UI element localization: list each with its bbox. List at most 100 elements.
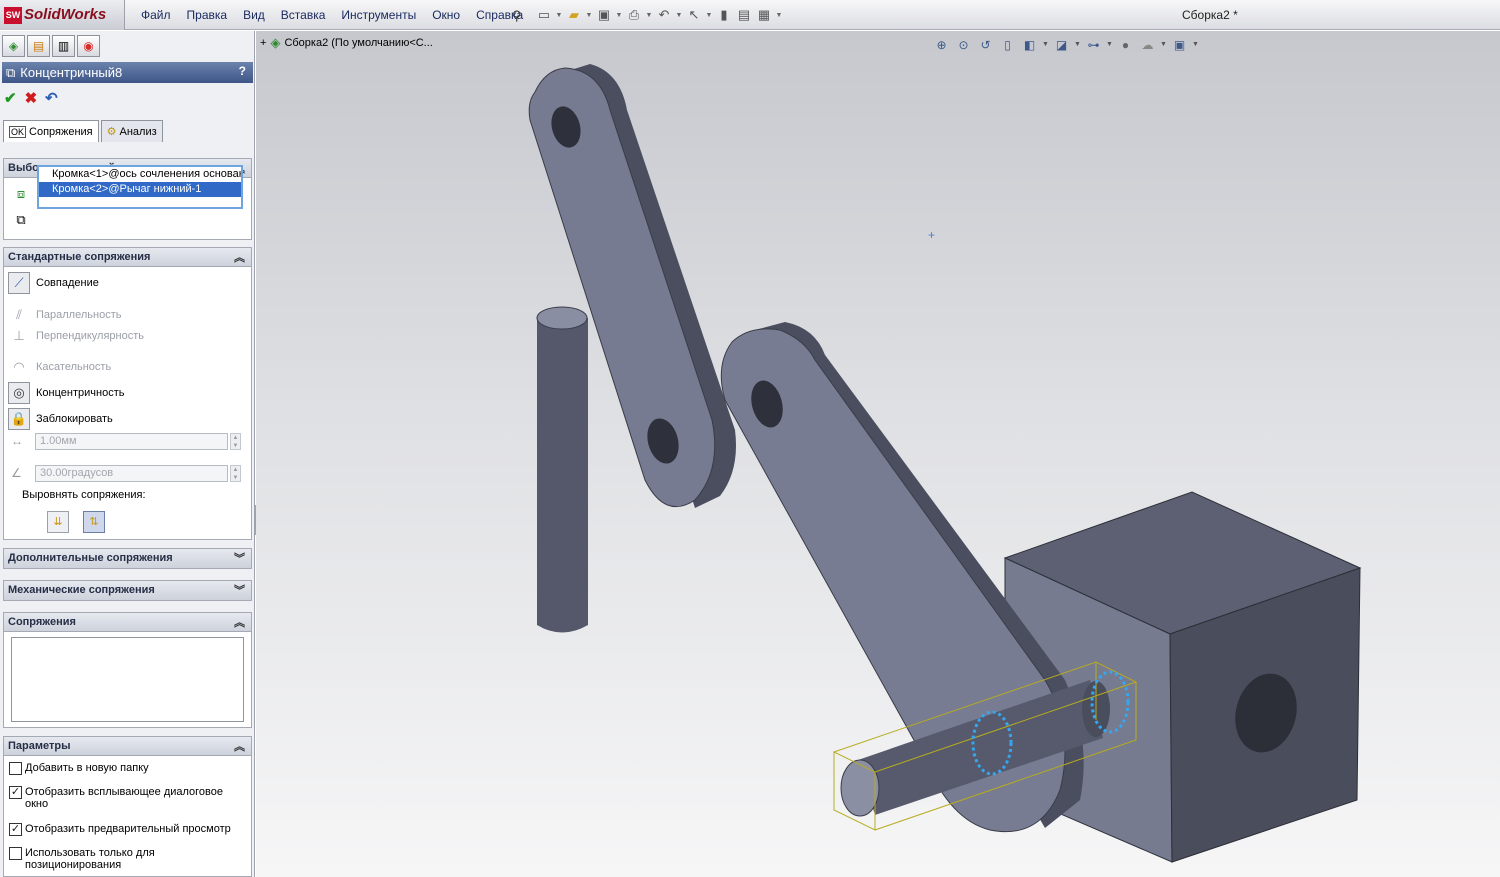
menu-view[interactable]: Вид xyxy=(235,8,273,22)
previous-view-icon[interactable]: ↺ xyxy=(976,35,995,54)
coincident-icon: ⟋ xyxy=(8,272,30,294)
anti-aligned-button[interactable]: ⇅ xyxy=(83,511,105,533)
undo-icon[interactable]: ↶ xyxy=(655,6,673,24)
print-dropdown-icon[interactable]: ▼ xyxy=(645,6,653,24)
mechanical-mates-header[interactable]: Механические сопряжения ︾ xyxy=(4,581,251,600)
ok-button[interactable]: ✔ xyxy=(4,89,17,107)
undo-dropdown-icon[interactable]: ▼ xyxy=(675,6,683,24)
zoom-to-area-icon[interactable]: ⊙ xyxy=(954,35,973,54)
graphics-area[interactable]: + ◈ Сборка2 (По умолчанию<С... ⊕ ⊙ ↺ ▯ ◧… xyxy=(256,31,1500,877)
angle-input[interactable]: 30.00градусов xyxy=(35,465,228,482)
save-dropdown-icon[interactable]: ▼ xyxy=(615,6,623,24)
positioning-only-checkbox[interactable] xyxy=(9,847,22,860)
show-popup-option[interactable]: ✓ Отобразить всплывающее диалоговое окно xyxy=(9,786,231,810)
show-preview-option[interactable]: ✓ Отобразить предварительный просмотр xyxy=(9,823,231,836)
menu-insert[interactable]: Вставка xyxy=(273,8,334,22)
new-document-icon[interactable]: ▭ xyxy=(535,6,553,24)
lock-mate[interactable]: 🔒 Заблокировать xyxy=(8,408,113,430)
menu-tools[interactable]: Инструменты xyxy=(333,8,424,22)
aligned-button[interactable]: ⇊ xyxy=(47,511,69,533)
feature-tree-root[interactable]: + ◈ Сборка2 (По умолчанию<С... xyxy=(260,35,433,51)
show-preview-checkbox[interactable]: ✓ xyxy=(9,823,22,836)
origin-crosshair-icon: + xyxy=(928,228,936,242)
menu-window[interactable]: Окно xyxy=(424,8,468,22)
feature-manager-tab-icon[interactable]: ◈ xyxy=(2,35,25,57)
undo-button[interactable]: ↶ xyxy=(45,89,58,107)
angle-spinner[interactable]: ▲ ▼ xyxy=(230,465,241,482)
cancel-button[interactable]: ✖ xyxy=(25,89,38,107)
tab-mates[interactable]: OK Сопряжения xyxy=(3,120,99,142)
advanced-mates-group: Дополнительные сопряжения ︾ xyxy=(3,548,252,569)
distance-spinner[interactable]: ▲ ▼ xyxy=(230,433,241,450)
menu-help[interactable]: Справка xyxy=(468,8,531,22)
expand-icon[interactable]: ︾ xyxy=(234,550,245,566)
assembly-name: Сборка2 (По умолчанию<С... xyxy=(284,37,433,49)
parallel-mate[interactable]: ⫽ Параллельность xyxy=(8,304,121,326)
collapse-icon[interactable]: ︽ xyxy=(234,614,245,630)
file-properties-icon[interactable]: ▤ xyxy=(735,6,753,24)
zoom-to-fit-icon[interactable]: ⊕ xyxy=(932,35,951,54)
base-pin[interactable] xyxy=(536,306,588,633)
section-view-icon[interactable]: ▯ xyxy=(998,35,1017,54)
assembly-3d-view[interactable] xyxy=(256,31,1500,877)
property-manager-tab-icon[interactable]: ▤ xyxy=(27,35,50,57)
tab-analysis[interactable]: ⚙ Анализ xyxy=(100,120,163,142)
perpendicular-mate[interactable]: ⊥ Перпендикулярность xyxy=(8,325,144,347)
positioning-only-option[interactable]: Использовать только для позиционирования xyxy=(9,847,199,871)
concentric-icon: ◎ xyxy=(8,382,30,404)
collapse-icon[interactable]: ︽ xyxy=(234,738,245,754)
collapse-icon[interactable]: ︽ xyxy=(234,249,245,265)
selection-item-selected[interactable]: Кромка<2>@Рычаг нижний-1 xyxy=(39,182,241,197)
concentric-mate[interactable]: ◎ Концентричность xyxy=(8,382,124,404)
rebuild-icon[interactable]: ▮ xyxy=(715,6,733,24)
show-popup-checkbox[interactable]: ✓ xyxy=(9,786,22,799)
view-settings-dropdown-icon[interactable]: ▼ xyxy=(1192,35,1199,54)
hide-show-items-icon[interactable]: ⊶ xyxy=(1084,35,1103,54)
add-to-folder-option[interactable]: Добавить в новую папку xyxy=(9,762,149,775)
options-dropdown-icon[interactable]: ▼ xyxy=(775,6,783,24)
select-dropdown-icon[interactable]: ▼ xyxy=(705,6,713,24)
options-icon[interactable]: ▦ xyxy=(755,6,773,24)
options-header[interactable]: Параметры ︽ xyxy=(4,737,251,756)
pin-icon[interactable]: ⚲ xyxy=(512,8,522,24)
mates-group: Сопряжения ︽ xyxy=(3,612,252,728)
title-bar: SW SolidWorks Файл Правка Вид Вставка Ин… xyxy=(0,0,1500,30)
distance-input[interactable]: 1.00мм xyxy=(35,433,228,450)
mechanical-mates-group: Механические сопряжения ︾ xyxy=(3,580,252,601)
solidworks-logo[interactable]: SW SolidWorks xyxy=(0,0,125,30)
standard-mates-header[interactable]: Стандартные сопряжения ︽ xyxy=(4,248,251,267)
selection-item[interactable]: Кромка<1>@ось сочленения основания xyxy=(39,167,241,182)
mate-icon: ⧉ xyxy=(6,64,16,80)
display-style-icon[interactable]: ◪ xyxy=(1052,35,1071,54)
display-style-dropdown-icon[interactable]: ▼ xyxy=(1074,35,1081,54)
expand-icon[interactable]: + xyxy=(260,37,266,49)
add-to-folder-checkbox[interactable] xyxy=(9,762,22,775)
property-manager-title: Концентричный8 xyxy=(20,65,123,80)
new-dropdown-icon[interactable]: ▼ xyxy=(555,6,563,24)
tangent-mate[interactable]: ◠ Касательность xyxy=(8,356,111,378)
view-orientation-dropdown-icon[interactable]: ▼ xyxy=(1042,35,1049,54)
hide-show-dropdown-icon[interactable]: ▼ xyxy=(1106,35,1113,54)
coincident-mate[interactable]: ⟋ Совпадение xyxy=(8,272,99,294)
help-icon[interactable]: ? xyxy=(239,64,246,78)
mates-header[interactable]: Сопряжения ︽ xyxy=(4,613,251,632)
open-folder-icon[interactable]: ▰ xyxy=(565,6,583,24)
view-orientation-icon[interactable]: ◧ xyxy=(1020,35,1039,54)
save-icon[interactable]: ▣ xyxy=(595,6,613,24)
apply-scene-dropdown-icon[interactable]: ▼ xyxy=(1160,35,1167,54)
mates-list[interactable] xyxy=(11,637,244,722)
expand-icon[interactable]: ︾ xyxy=(234,582,245,598)
apply-scene-icon[interactable]: ☁ xyxy=(1138,35,1157,54)
view-settings-icon[interactable]: ▣ xyxy=(1170,35,1189,54)
menu-file[interactable]: Файл xyxy=(133,8,179,22)
configuration-manager-tab-icon[interactable]: ▥ xyxy=(52,35,75,57)
menu-edit[interactable]: Правка xyxy=(179,8,236,22)
open-dropdown-icon[interactable]: ▼ xyxy=(585,6,593,24)
select-arrow-icon[interactable]: ↖ xyxy=(685,6,703,24)
display-manager-tab-icon[interactable]: ◉ xyxy=(77,35,100,57)
print-icon[interactable]: ⎙ xyxy=(625,6,643,24)
advanced-mates-header[interactable]: Дополнительные сопряжения ︾ xyxy=(4,549,251,568)
mate-selection-list[interactable]: Кромка<1>@ось сочленения основания Кромк… xyxy=(37,165,243,209)
edit-appearance-icon[interactable]: ● xyxy=(1116,35,1135,54)
logo-text: SolidWorks xyxy=(24,6,107,23)
